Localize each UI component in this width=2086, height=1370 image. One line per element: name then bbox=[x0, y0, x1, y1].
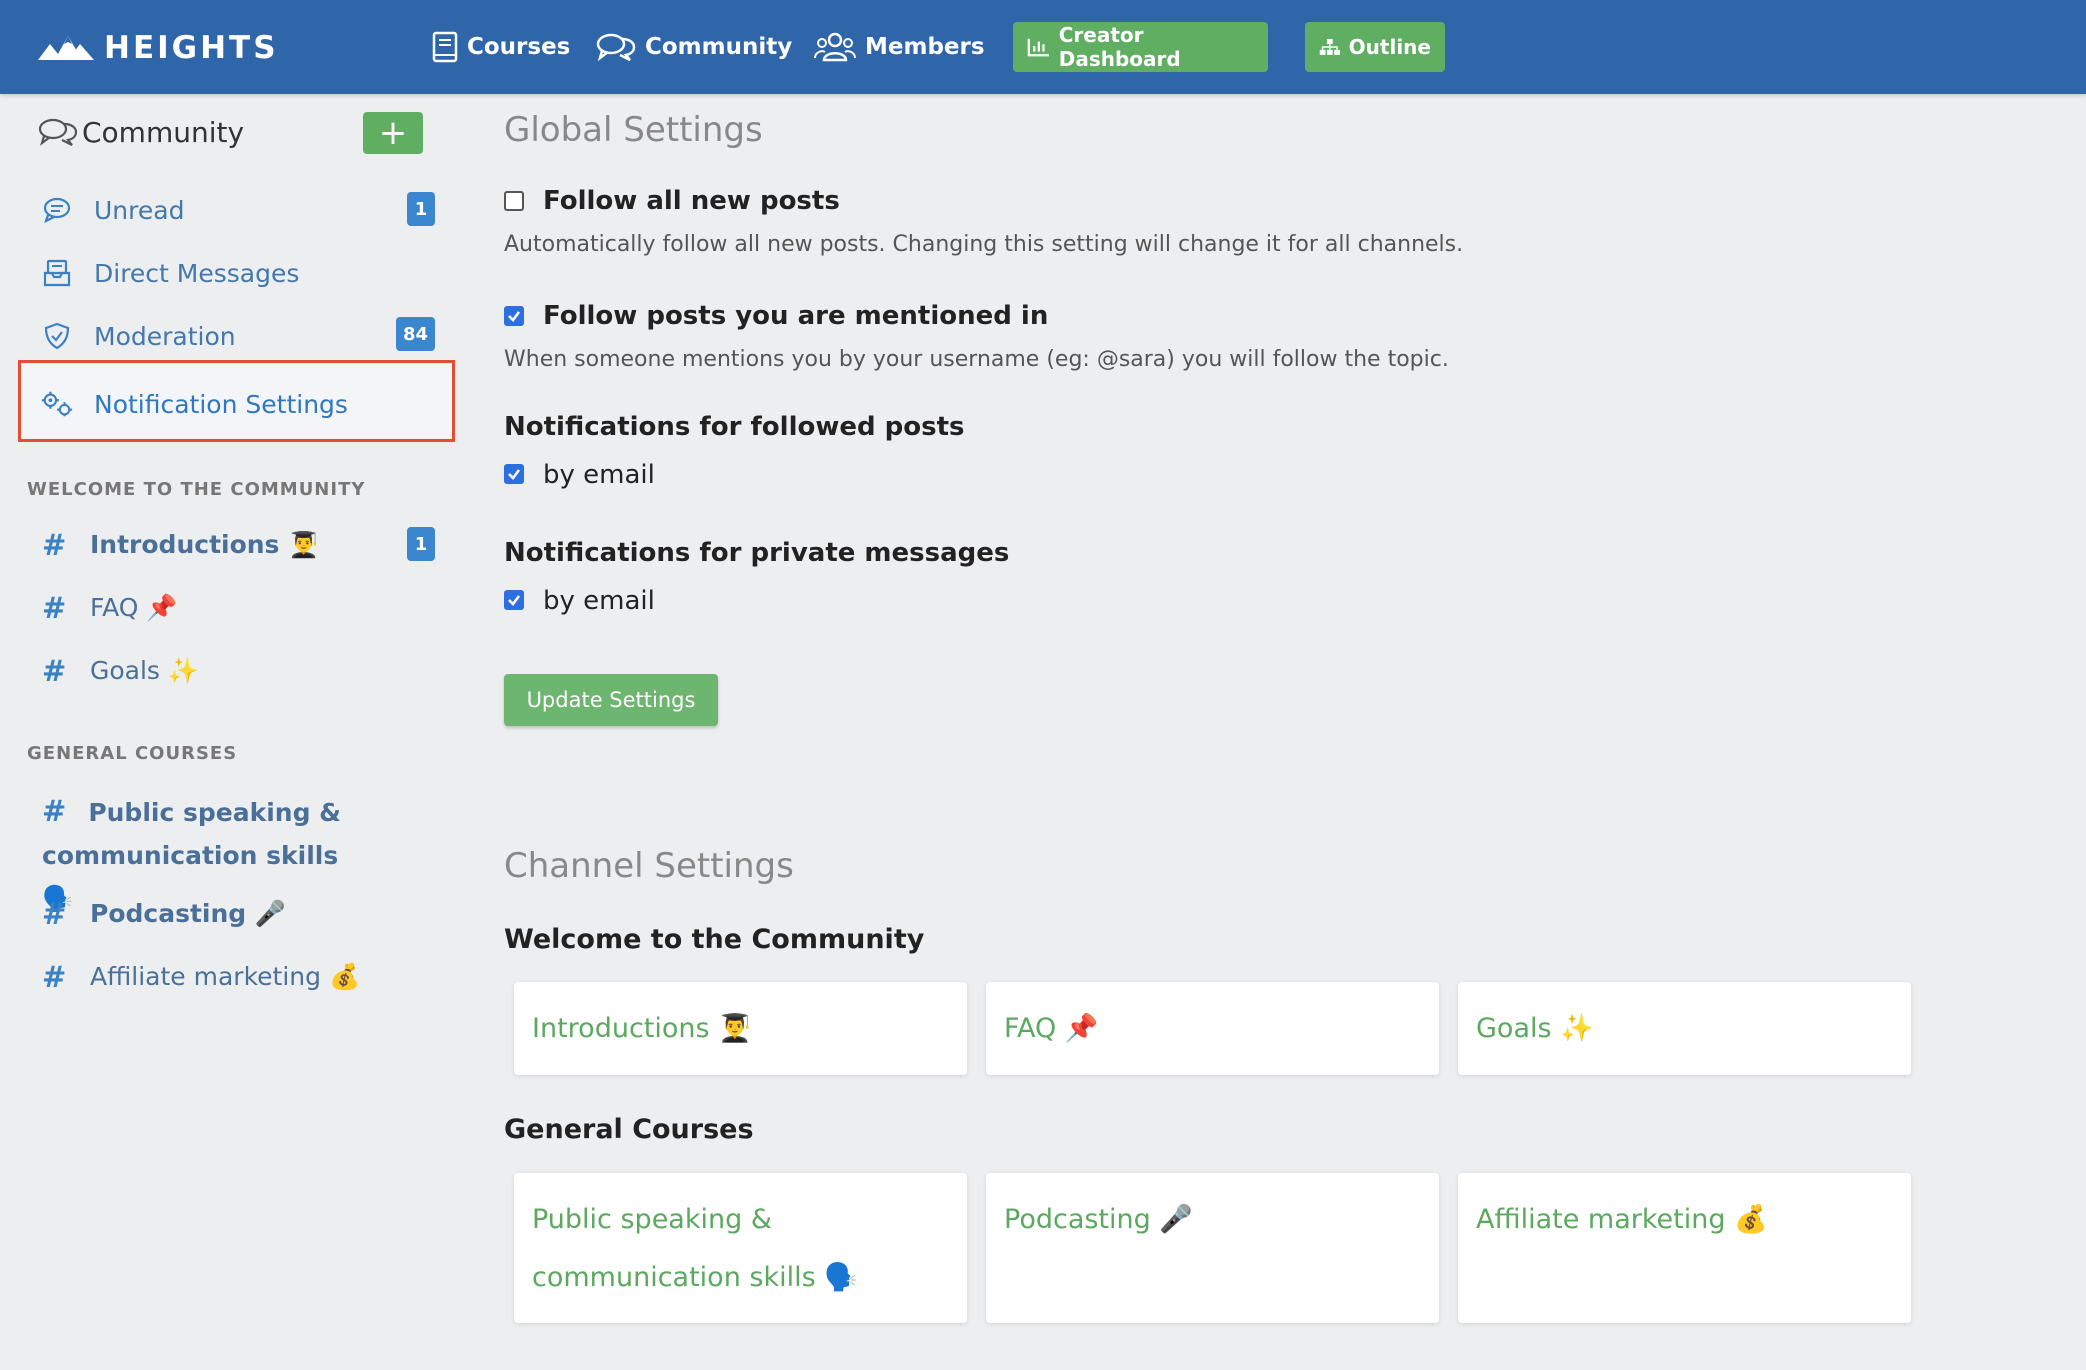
hash-icon: # bbox=[42, 794, 67, 828]
checkmark-icon bbox=[508, 311, 521, 322]
card-label: Goals ✨ bbox=[1476, 1013, 1594, 1044]
sitemap-icon bbox=[1319, 39, 1340, 55]
private-messages-heading: Notifications for private messages bbox=[504, 538, 1010, 568]
moderation-count-badge: 84 bbox=[396, 317, 435, 351]
book-icon bbox=[432, 31, 458, 63]
sidebar-item-label: Direct Messages bbox=[94, 258, 300, 288]
hash-icon: # bbox=[42, 591, 67, 625]
channel-label: FAQ 📌 bbox=[90, 593, 178, 622]
follow-all-label: Follow all new posts bbox=[543, 186, 840, 216]
channel-card-goals[interactable]: Goals ✨ bbox=[1458, 982, 1911, 1075]
sidebar-item-unread[interactable]: Unread bbox=[40, 187, 184, 233]
nav-courses-label: Courses bbox=[467, 34, 571, 60]
bar-chart-icon bbox=[1027, 38, 1049, 57]
sidebar-item-label: Unread bbox=[94, 195, 185, 225]
checkmark-icon bbox=[508, 469, 521, 480]
sidebar-item-label: Notification Settings bbox=[94, 389, 348, 419]
follow-all-checkbox[interactable] bbox=[504, 191, 524, 211]
outline-button[interactable]: Outline bbox=[1305, 22, 1445, 72]
sidebar-title: Community bbox=[38, 112, 244, 152]
sidebar-item-direct-messages[interactable]: Direct Messages bbox=[40, 250, 299, 296]
update-settings-button[interactable]: Update Settings bbox=[504, 674, 718, 726]
sidebar-channel-faq[interactable]: # FAQ 📌 bbox=[42, 591, 178, 625]
card-label: Introductions 👨‍🎓 bbox=[532, 1013, 752, 1044]
users-icon bbox=[814, 32, 856, 62]
sidebar-channel-podcasting[interactable]: # Podcasting 🎤 bbox=[42, 897, 286, 931]
nav-courses[interactable]: Courses bbox=[432, 26, 570, 68]
follow-mentioned-checkbox[interactable] bbox=[504, 306, 524, 326]
channel-label: Affiliate marketing 💰 bbox=[90, 962, 361, 991]
channel-label: Public speaking & communication skills 🗣… bbox=[42, 798, 341, 913]
gears-icon bbox=[40, 390, 74, 418]
group-heading: General Courses bbox=[504, 1114, 754, 1145]
card-label: Public speaking & communication skills 🗣… bbox=[532, 1204, 858, 1293]
sidebar-channel-introductions[interactable]: # Introductions 👨‍🎓 bbox=[42, 528, 319, 562]
creator-dashboard-button[interactable]: Creator Dashboard bbox=[1013, 22, 1268, 72]
shield-icon bbox=[40, 322, 74, 350]
followed-email-label: by email bbox=[543, 460, 655, 490]
chat-bubbles-icon bbox=[596, 33, 636, 62]
followed-email-checkbox[interactable] bbox=[504, 464, 524, 484]
follow-mentioned-description: When someone mentions you by your userna… bbox=[504, 347, 1449, 372]
chat-icon bbox=[40, 197, 74, 223]
sidebar-title-label: Community bbox=[82, 115, 245, 149]
channel-label: Podcasting 🎤 bbox=[90, 899, 287, 928]
nav-members-label: Members bbox=[865, 34, 985, 60]
group-heading: Welcome to the Community bbox=[504, 924, 925, 955]
sidebar-item-notification-settings[interactable]: Notification Settings bbox=[40, 381, 348, 427]
add-channel-button[interactable]: + bbox=[363, 112, 423, 154]
unread-count-badge: 1 bbox=[407, 192, 435, 226]
outline-label: Outline bbox=[1348, 35, 1431, 59]
card-label: Podcasting 🎤 bbox=[1004, 1204, 1193, 1235]
channel-card-podcasting[interactable]: Podcasting 🎤 bbox=[986, 1173, 1439, 1323]
sidebar-item-label: Moderation bbox=[94, 321, 236, 351]
hash-icon: # bbox=[42, 528, 67, 562]
sidebar-item-moderation[interactable]: Moderation bbox=[40, 313, 236, 359]
hash-icon: # bbox=[42, 654, 67, 688]
channel-card-faq[interactable]: FAQ 📌 bbox=[986, 982, 1439, 1075]
channel-label: Goals ✨ bbox=[90, 656, 200, 685]
hash-icon: # bbox=[42, 960, 67, 994]
sidebar-channel-affiliate-marketing[interactable]: # Affiliate marketing 💰 bbox=[42, 960, 360, 994]
card-label: FAQ 📌 bbox=[1004, 1013, 1099, 1044]
top-navbar: HEIGHTS Courses Community Members Creato… bbox=[0, 0, 2086, 94]
section-heading: WELCOME TO THE COMMUNITY bbox=[27, 479, 366, 500]
nav-community-label: Community bbox=[645, 34, 793, 60]
introductions-count-badge: 1 bbox=[407, 527, 435, 561]
followed-posts-heading: Notifications for followed posts bbox=[504, 412, 965, 442]
nav-members[interactable]: Members bbox=[814, 26, 985, 68]
brand-logo[interactable]: HEIGHTS bbox=[38, 30, 279, 66]
brand-name: HEIGHTS bbox=[104, 30, 279, 66]
channel-settings-heading: Channel Settings bbox=[504, 846, 794, 886]
private-email-label: by email bbox=[543, 586, 655, 616]
hash-icon: # bbox=[42, 897, 67, 931]
checkmark-icon bbox=[508, 595, 521, 606]
private-email-checkbox[interactable] bbox=[504, 590, 524, 610]
sidebar-channel-goals[interactable]: # Goals ✨ bbox=[42, 654, 199, 688]
channel-card-introductions[interactable]: Introductions 👨‍🎓 bbox=[514, 982, 967, 1075]
follow-all-description: Automatically follow all new posts. Chan… bbox=[504, 232, 1464, 257]
channel-card-affiliate-marketing[interactable]: Affiliate marketing 💰 bbox=[1458, 1173, 1911, 1323]
card-label: Affiliate marketing 💰 bbox=[1476, 1204, 1768, 1235]
channel-card-public-speaking[interactable]: Public speaking & communication skills 🗣… bbox=[514, 1173, 967, 1323]
follow-mentioned-label: Follow posts you are mentioned in bbox=[543, 301, 1049, 331]
channel-label: Introductions 👨‍🎓 bbox=[90, 530, 320, 559]
section-heading: GENERAL COURSES bbox=[27, 743, 238, 764]
creator-dashboard-label: Creator Dashboard bbox=[1058, 23, 1181, 71]
nav-community[interactable]: Community bbox=[596, 26, 792, 68]
global-settings-heading: Global Settings bbox=[504, 110, 763, 150]
inbox-icon bbox=[40, 259, 74, 287]
mountains-icon bbox=[38, 36, 94, 60]
chat-bubbles-icon bbox=[38, 118, 78, 146]
